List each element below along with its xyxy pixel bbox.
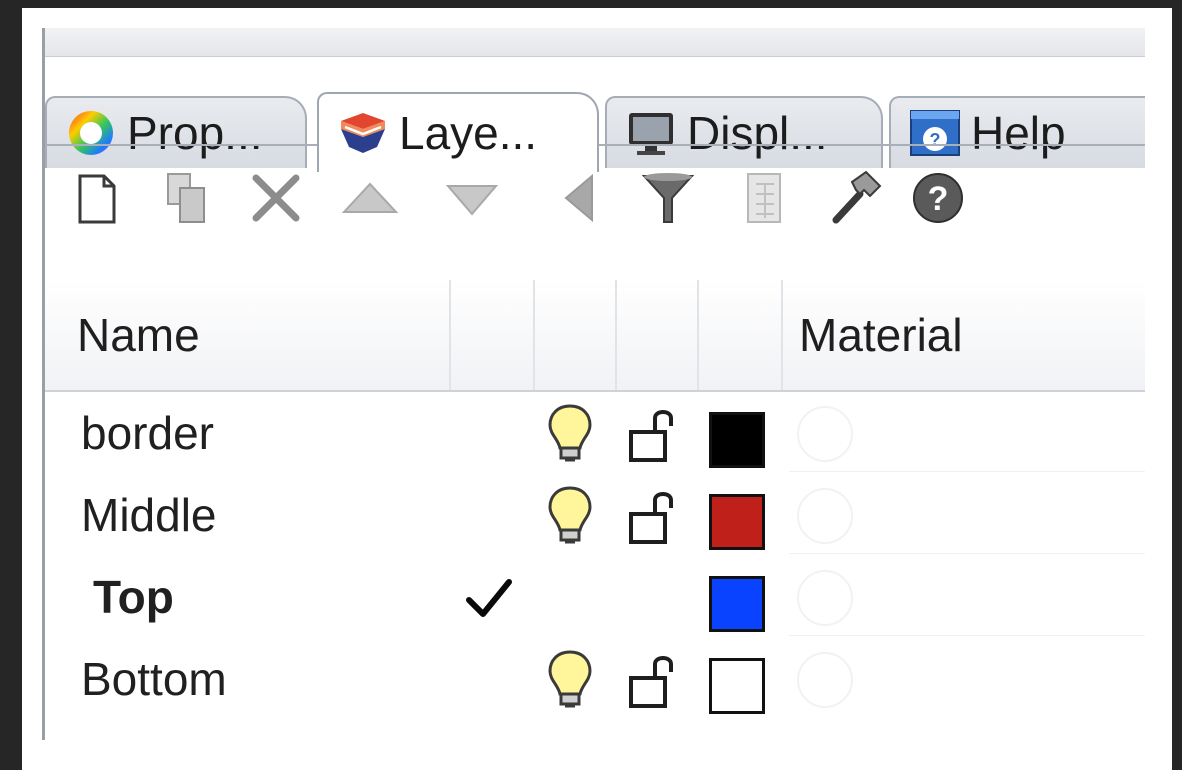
tab-layers-label: Laye...	[399, 107, 538, 159]
column-separator	[697, 280, 699, 390]
move-out-icon	[564, 173, 593, 223]
lightbulb-on-icon[interactable]	[545, 648, 595, 712]
move-up-button[interactable]	[335, 162, 405, 234]
new-sublayer-icon	[167, 173, 205, 223]
layer-color-swatch[interactable]	[709, 494, 765, 550]
layer-name[interactable]: Middle	[81, 474, 217, 556]
row-divider	[789, 553, 1145, 554]
material-indicator[interactable]	[797, 406, 853, 462]
tab-display[interactable]: Displ...	[605, 96, 883, 168]
help-button[interactable]: ?	[903, 162, 973, 234]
tab-help-label: Help	[971, 107, 1066, 159]
material-indicator[interactable]	[797, 652, 853, 708]
move-out-button[interactable]	[543, 162, 613, 234]
row-divider	[789, 471, 1145, 472]
column-separator	[615, 280, 617, 390]
new-layer-icon	[78, 174, 116, 224]
layer-color-swatch[interactable]	[709, 658, 765, 714]
material-indicator[interactable]	[797, 570, 853, 626]
tools-hammer-icon	[832, 170, 882, 224]
unlocked-padlock-icon[interactable]	[627, 652, 683, 710]
delete-layer-button[interactable]	[241, 162, 311, 234]
layer-name[interactable]: Top	[93, 556, 174, 638]
display-monitor-icon	[625, 107, 677, 159]
panel-title-strip	[45, 28, 1145, 57]
layer-row-current[interactable]: Top	[45, 556, 1145, 638]
layer-color-swatch[interactable]	[709, 576, 765, 632]
unlocked-padlock-icon[interactable]	[627, 488, 683, 546]
tab-layers[interactable]: Laye...	[317, 92, 599, 172]
svg-text:?: ?	[928, 180, 949, 218]
layers-icon	[337, 107, 389, 159]
row-divider	[789, 635, 1145, 636]
new-sublayer-button[interactable]	[151, 162, 221, 234]
filter-button[interactable]	[633, 162, 703, 234]
column-header-name[interactable]: Name	[59, 280, 200, 390]
layer-color-swatch[interactable]	[709, 412, 765, 468]
layers-panel: Prop... Laye... Displ... ? Help ? Name M…	[42, 28, 1145, 740]
layer-row[interactable]: border	[45, 392, 1145, 474]
help-icon: ?	[909, 107, 961, 159]
layer-name[interactable]: border	[81, 392, 214, 474]
panel-tabs: Prop... Laye... Displ... ? Help	[45, 56, 1145, 172]
column-separator	[449, 280, 451, 390]
help-question-icon: ?	[913, 173, 963, 223]
move-down-icon	[445, 185, 499, 216]
material-indicator[interactable]	[797, 488, 853, 544]
column-header-material[interactable]: Material	[781, 280, 963, 390]
screenshot-frame: Prop... Laye... Displ... ? Help ? Name M…	[22, 8, 1172, 770]
tab-help[interactable]: ? Help	[889, 96, 1145, 168]
lightbulb-on-icon[interactable]	[545, 484, 595, 548]
delete-icon	[252, 174, 300, 222]
current-layer-check-icon[interactable]	[465, 574, 513, 622]
column-separator	[533, 280, 535, 390]
layer-row[interactable]: Bottom	[45, 638, 1145, 720]
lightbulb-on-icon[interactable]	[545, 402, 595, 466]
new-layer-button[interactable]	[61, 162, 131, 234]
tab-properties-label: Prop...	[127, 107, 263, 159]
layer-name[interactable]: Bottom	[81, 638, 227, 720]
tab-display-label: Displ...	[687, 107, 828, 159]
move-down-button[interactable]	[437, 162, 507, 234]
tab-properties[interactable]: Prop...	[45, 96, 307, 168]
layer-states-button[interactable]	[729, 162, 799, 234]
move-up-icon	[341, 182, 399, 213]
properties-color-wheel-icon	[65, 107, 117, 159]
layer-states-icon	[747, 173, 781, 223]
unlocked-padlock-icon[interactable]	[627, 406, 683, 464]
layer-table-header: Name Material	[45, 280, 1145, 392]
svg-text:?: ?	[930, 130, 941, 150]
layer-row[interactable]: Middle	[45, 474, 1145, 556]
filter-icon	[641, 173, 695, 223]
tools-button[interactable]	[821, 162, 891, 234]
